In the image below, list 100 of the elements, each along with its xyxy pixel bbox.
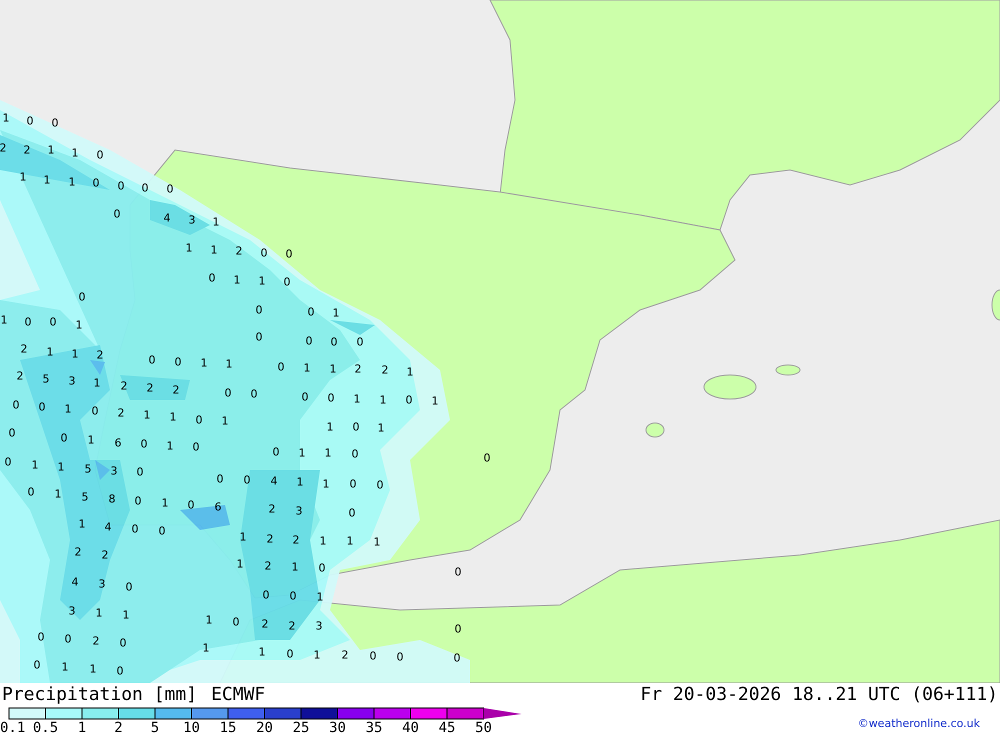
precipitation-value: 0 bbox=[142, 182, 148, 194]
scale-label: 45 bbox=[438, 721, 456, 733]
scale-label: 1 bbox=[78, 721, 86, 733]
precipitation-value: 0 bbox=[92, 406, 98, 416]
precipitation-value: 0 bbox=[348, 508, 356, 518]
precipitation-value: 0 bbox=[318, 562, 326, 574]
precipitation-value: 1 bbox=[354, 394, 360, 404]
precipitation-value: 4 bbox=[270, 476, 278, 486]
precipitation-value: 0 bbox=[34, 660, 40, 670]
scale-label: 30 bbox=[329, 721, 346, 733]
precipitation-value: 0 bbox=[356, 336, 364, 348]
precipitation-value: 1 bbox=[314, 650, 320, 660]
precipitation-value: 1 bbox=[170, 412, 176, 422]
precipitation-value: 0 bbox=[308, 306, 314, 318]
precipitation-value: 0 bbox=[396, 652, 404, 662]
precipitation-value: 1 bbox=[296, 476, 304, 488]
precipitation-value: 0 bbox=[454, 566, 462, 578]
precipitation-value: 6 bbox=[114, 438, 122, 448]
precipitation-value: 0 bbox=[60, 432, 68, 444]
precipitation-value: 0 bbox=[134, 496, 142, 506]
precipitation-value: 0 bbox=[406, 394, 412, 406]
precipitation-value: 2 bbox=[172, 384, 180, 396]
precipitation-value: 0 bbox=[52, 118, 58, 128]
precipitation-value: 1 bbox=[62, 662, 68, 672]
precipitation-value: 0 bbox=[196, 414, 202, 426]
precipitation-value: 1 bbox=[54, 488, 62, 500]
precipitation-value: 1 bbox=[166, 440, 174, 452]
precipitation-value: 1 bbox=[298, 448, 306, 458]
precipitation-value: 1 bbox=[200, 358, 208, 368]
precipitation-value: 0 bbox=[244, 474, 250, 486]
precipitation-value: 1 bbox=[322, 478, 330, 490]
precipitation-value: 4 bbox=[104, 522, 112, 532]
precipitation-value: 1 bbox=[68, 176, 76, 188]
precipitation-value: 0 bbox=[272, 446, 280, 458]
precipitation-value: 1 bbox=[346, 536, 354, 546]
precipitation-value: 0 bbox=[256, 332, 262, 342]
precipitation-value: 5 bbox=[84, 464, 92, 474]
precipitation-value: 1 bbox=[96, 608, 102, 618]
precipitation-value: 2 bbox=[120, 380, 128, 392]
precipitation-value: 6 bbox=[214, 502, 222, 512]
precipitation-value: 1 bbox=[332, 308, 340, 318]
precipitation-value: 0 bbox=[174, 356, 182, 368]
precipitation-value: 0 bbox=[96, 150, 104, 160]
model-name: ECMWF bbox=[211, 685, 266, 705]
precipitation-value: 1 bbox=[292, 562, 298, 572]
precipitation-value: 1 bbox=[380, 394, 386, 406]
precipitation-value: 2 bbox=[354, 364, 362, 374]
precipitation-value: 1 bbox=[72, 348, 78, 360]
scale-label: 20 bbox=[256, 721, 273, 733]
precipitation-value: 0 bbox=[278, 362, 284, 372]
precipitation-value: 1 bbox=[432, 396, 438, 406]
precipitation-value: 1 bbox=[46, 346, 54, 358]
precipitation-value: 2 bbox=[268, 504, 276, 514]
precipitation-value: 3 bbox=[296, 506, 302, 516]
precipitation-value: 4 bbox=[72, 576, 78, 588]
precipitation-value: 1 bbox=[330, 364, 336, 374]
precipitation-value: 2 bbox=[382, 364, 388, 376]
precipitation-value: 0 bbox=[260, 248, 268, 258]
precipitation-value: 0 bbox=[352, 422, 360, 432]
precipitation-value: 0 bbox=[92, 178, 100, 188]
precipitation-value: 0 bbox=[454, 624, 462, 634]
precipitation-value: 0 bbox=[12, 400, 20, 410]
precipitation-value: 1 bbox=[20, 172, 26, 182]
precipitation-value: 1 bbox=[226, 358, 232, 370]
precipitation-value: 1 bbox=[44, 174, 50, 186]
credit-link[interactable]: ©weatheronline.co.uk bbox=[858, 717, 980, 730]
precipitation-value: 1 bbox=[320, 536, 326, 546]
precipitation-value: 1 bbox=[32, 460, 38, 470]
precipitation-value: 1 bbox=[2, 112, 10, 124]
precipitation-value: 2 bbox=[0, 142, 6, 154]
precipitation-value: 0 bbox=[250, 388, 258, 400]
precipitation-value: 2 bbox=[24, 144, 30, 156]
scale-label: 35 bbox=[366, 721, 382, 733]
precipitation-value: 0 bbox=[24, 316, 32, 328]
precipitation-value: 0 bbox=[166, 184, 174, 194]
precipitation-value: 0 bbox=[216, 474, 224, 484]
precipitation-value: 0 bbox=[28, 486, 34, 498]
precipitation-value: 1 bbox=[122, 610, 130, 620]
precipitation-value: 4 bbox=[164, 212, 170, 224]
scale-label: 2 bbox=[114, 721, 123, 733]
precipitation-value: 1 bbox=[186, 242, 192, 254]
precipitation-value: 2 bbox=[266, 534, 274, 544]
precipitation-value: 0 bbox=[328, 392, 334, 404]
precipitation-value: 1 bbox=[58, 462, 64, 472]
precipitation-value: 2 bbox=[236, 246, 242, 256]
precipitation-value: 0 bbox=[290, 590, 296, 602]
precipitation-value: 2 bbox=[264, 560, 272, 572]
precipitation-value: 0 bbox=[118, 180, 124, 192]
precipitation-value: 2 bbox=[118, 408, 124, 418]
scale-label: 5 bbox=[150, 721, 160, 733]
precipitation-value: 0 bbox=[38, 632, 44, 642]
precipitation-value: 0 bbox=[188, 500, 194, 510]
scale-label: 40 bbox=[402, 721, 419, 733]
valid-time: Fr 20-03-2026 18..21 UTC (06+111) bbox=[640, 685, 998, 705]
precipitation-value: 2 bbox=[20, 344, 28, 354]
scale-label: 50 bbox=[475, 721, 492, 733]
precipitation-value: 1 bbox=[206, 614, 212, 626]
precipitation-value: 0 bbox=[286, 248, 292, 260]
precipitation-value: 1 bbox=[236, 558, 244, 570]
precipitation-value: 8 bbox=[108, 494, 116, 504]
